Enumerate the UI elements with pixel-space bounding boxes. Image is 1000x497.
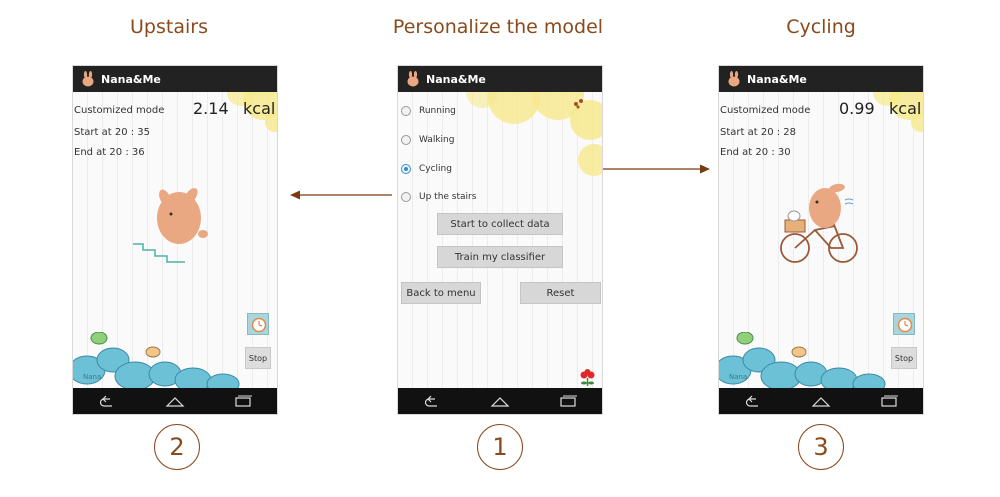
end-time: End at 20 : 30 [720, 147, 791, 158]
mode-label: Customized mode [720, 105, 811, 116]
stop-button[interactable]: Stop [891, 347, 917, 369]
clock-icon [251, 317, 267, 333]
alarm-button[interactable] [247, 313, 269, 335]
bunny-app-icon [407, 71, 419, 87]
bubble-label: Nana [83, 373, 102, 381]
radio-option-up-the-stairs[interactable]: Up the stairs [401, 192, 476, 202]
radio-option-running[interactable]: Running [401, 106, 456, 116]
bunny-cycling-illustration [780, 183, 858, 263]
start-time: Start at 20 : 28 [720, 127, 797, 138]
stop-button[interactable]: Stop [245, 347, 271, 369]
phone-upstairs-screen: Nana&Me Customized mode 2.14 kcal Start … [72, 65, 278, 415]
home-nav-icon[interactable] [810, 394, 832, 408]
app-title: Nana&Me [426, 72, 486, 86]
android-nav-bar [719, 388, 923, 414]
radio-label: Running [419, 106, 456, 116]
clock-icon [897, 317, 913, 333]
android-nav-bar [398, 388, 602, 414]
radio-label: Up the stairs [419, 192, 477, 202]
radio-label: Cycling [419, 164, 452, 174]
home-nav-icon[interactable] [164, 394, 186, 408]
step-number-2: 2 [154, 424, 200, 470]
caption-personalize: Personalize the model [392, 16, 604, 38]
radio-button[interactable] [401, 192, 411, 202]
end-time: End at 20 : 36 [74, 147, 145, 158]
app-title: Nana&Me [101, 72, 161, 86]
phone-personalize-screen: Nana&Me Running Walking Cycling Up the s… [397, 65, 603, 415]
caption-upstairs: Upstairs [130, 16, 208, 38]
train-classifier-button[interactable]: Train my classifier [437, 246, 563, 268]
arrow-left-icon [290, 190, 392, 200]
recents-nav-icon[interactable] [557, 394, 579, 408]
back-to-menu-button[interactable]: Back to menu [401, 282, 481, 304]
back-nav-icon[interactable] [421, 394, 443, 408]
app-titlebar: Nana&Me [73, 66, 277, 92]
back-nav-icon[interactable] [96, 394, 118, 408]
caption-cycling: Cycling [786, 16, 856, 38]
step-number-1: 1 [477, 424, 523, 470]
bunny-app-icon [82, 71, 94, 87]
kcal-value: 0.99 [839, 99, 875, 118]
bunny-climbing-illustration [133, 188, 208, 263]
phone-cycling-screen: Nana&Me Customized mode 0.99 kcal Start … [718, 65, 924, 415]
radio-button[interactable] [401, 135, 411, 145]
blue-bubbles-decoration [719, 332, 886, 390]
kcal-unit: kcal [243, 99, 276, 118]
start-collect-data-button[interactable]: Start to collect data [437, 213, 563, 235]
radio-button[interactable] [401, 106, 411, 116]
radio-label: Walking [419, 135, 455, 145]
kcal-unit: kcal [889, 99, 922, 118]
android-nav-bar [73, 388, 277, 414]
reset-button[interactable]: Reset [520, 282, 601, 304]
recents-nav-icon[interactable] [232, 394, 254, 408]
app-titlebar: Nana&Me [719, 66, 923, 92]
radio-option-cycling[interactable]: Cycling [401, 164, 452, 174]
radio-button-selected[interactable] [401, 164, 411, 174]
recents-nav-icon[interactable] [878, 394, 900, 408]
app-title: Nana&Me [747, 72, 807, 86]
kcal-value: 2.14 [193, 99, 229, 118]
flower-icon [580, 369, 595, 386]
yellow-bubbles-decoration [466, 92, 602, 176]
back-nav-icon[interactable] [742, 394, 764, 408]
blue-bubbles-decoration [73, 332, 240, 390]
alarm-button[interactable] [893, 313, 915, 335]
step-number-3: 3 [798, 424, 844, 470]
home-nav-icon[interactable] [489, 394, 511, 408]
mode-label: Customized mode [74, 105, 165, 116]
bunny-app-icon [728, 71, 740, 87]
start-time: Start at 20 : 35 [74, 127, 151, 138]
app-titlebar: Nana&Me [398, 66, 602, 92]
radio-option-walking[interactable]: Walking [401, 135, 454, 145]
bubble-label: Nana [729, 373, 748, 381]
